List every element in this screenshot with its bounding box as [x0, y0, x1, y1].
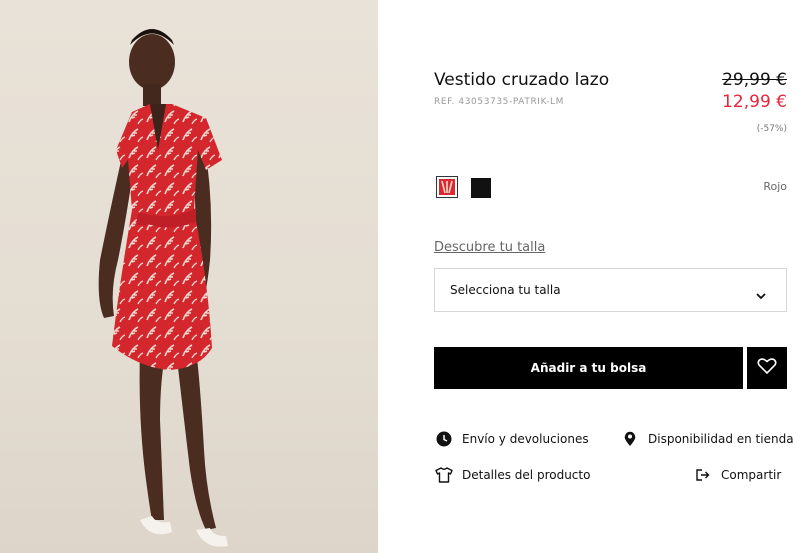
- print-pattern-icon: [441, 180, 453, 194]
- product-details-label: Detalles del producto: [462, 468, 591, 482]
- size-select-label: Selecciona tu talla: [450, 283, 561, 297]
- chevron-down-icon: [756, 285, 766, 304]
- original-price: 29,99 €: [722, 70, 787, 90]
- product-title: Vestido cruzado lazo: [434, 70, 610, 90]
- share-link[interactable]: Compartir: [693, 466, 781, 484]
- product-reference: REF. 43053735-PATRIK-LM: [434, 97, 564, 107]
- shipping-returns-label: Envío y devoluciones: [462, 432, 589, 446]
- product-image[interactable]: [0, 0, 378, 553]
- size-select[interactable]: Selecciona tu talla: [434, 268, 787, 312]
- store-availability-label: Disponibilidad en tienda: [648, 432, 794, 446]
- shipping-returns-link[interactable]: Envío y devoluciones: [434, 430, 589, 448]
- sale-price: 12,99 €: [722, 92, 787, 112]
- share-icon: [693, 466, 713, 484]
- tshirt-icon: [434, 466, 454, 484]
- selected-color-label: Rojo: [763, 180, 787, 193]
- model-illustration: [98, 29, 228, 547]
- clock-icon: [434, 430, 454, 448]
- color-swatch-black[interactable]: [471, 178, 491, 198]
- share-label: Compartir: [721, 468, 782, 482]
- add-to-bag-button[interactable]: Añadir a tu bolsa: [434, 347, 743, 389]
- favorite-button[interactable]: [747, 347, 787, 389]
- discount-badge: (-57%): [756, 124, 787, 134]
- size-guide-link[interactable]: Descubre tu talla: [434, 240, 545, 255]
- color-swatch-red[interactable]: [436, 176, 458, 198]
- store-availability-link[interactable]: Disponibilidad en tienda: [620, 430, 794, 448]
- product-details-link[interactable]: Detalles del producto: [434, 466, 590, 484]
- heart-icon: [757, 357, 777, 379]
- location-pin-icon: [620, 430, 640, 448]
